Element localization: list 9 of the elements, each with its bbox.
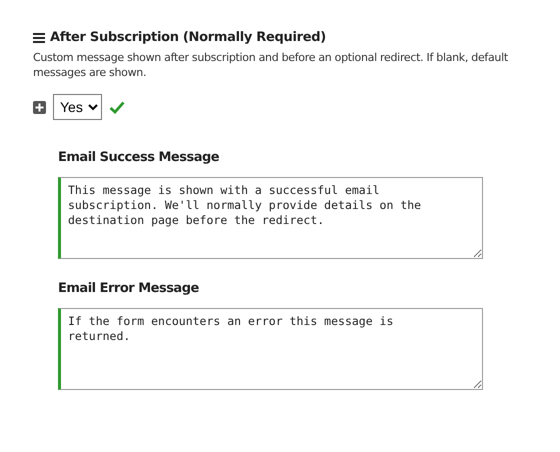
section-title: After Subscription (Normally Required)	[50, 30, 326, 45]
plus-icon[interactable]	[33, 100, 46, 114]
message-textarea[interactable]: This message is shown with a successful email subscription. We'll normally provide details on the destination page before the redirect.	[58, 177, 483, 259]
menu-icon[interactable]	[33, 32, 45, 42]
yes-no-dropdown[interactable]: Yes	[53, 94, 102, 120]
message-textarea[interactable]: If the form encounters an error this message is returned.	[58, 308, 483, 390]
field-label: Email Error Message	[58, 281, 200, 296]
field-label: Email Success Message	[58, 150, 220, 165]
section-description: Custom message shown after subscription and before an optional redirect. If blank, default messages are shown.	[33, 50, 509, 80]
